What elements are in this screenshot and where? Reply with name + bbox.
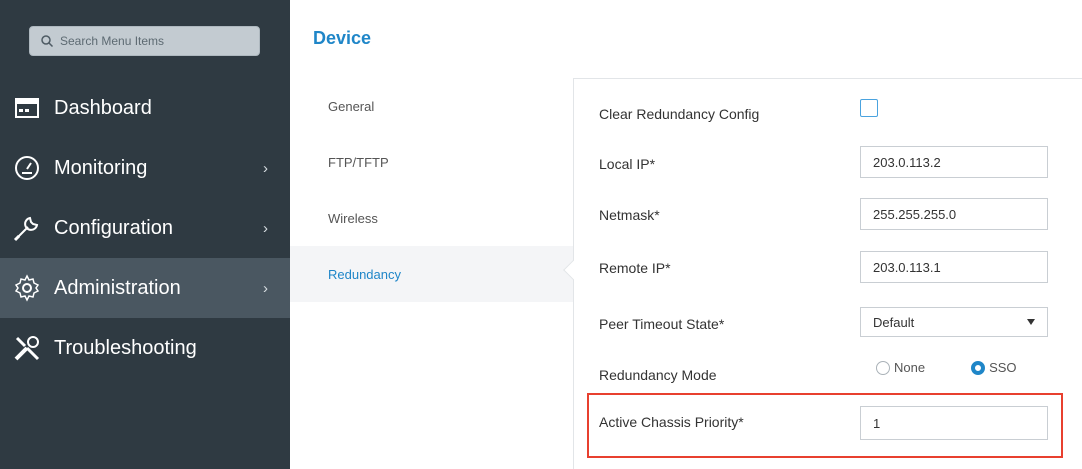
redundancy-mode-radio-group: None SSO [876, 360, 1017, 375]
wrench-icon [12, 213, 42, 243]
main-nav: Dashboard Monitoring › Configuration › A… [0, 78, 290, 378]
chevron-right-icon: › [263, 220, 268, 237]
peer-timeout-value: Default [873, 314, 915, 330]
search-box[interactable] [29, 26, 260, 56]
sidebar-item-monitoring[interactable]: Monitoring › [0, 138, 290, 198]
redundancy-mode-label: Redundancy Mode [599, 367, 717, 383]
sidebar-item-label: Dashboard [54, 96, 152, 119]
local-ip-field[interactable] [860, 146, 1048, 178]
remote-ip-label: Remote IP* [599, 260, 671, 276]
remote-ip-field[interactable] [860, 251, 1048, 283]
caret-down-icon [1027, 319, 1035, 325]
clear-redundancy-checkbox[interactable] [860, 99, 878, 117]
search-input[interactable] [60, 34, 250, 48]
netmask-field[interactable] [860, 198, 1048, 230]
subnav-item-general[interactable]: General [290, 78, 573, 134]
clear-redundancy-label: Clear Redundancy Config [599, 106, 760, 122]
redundancy-mode-none-option[interactable]: None [876, 360, 925, 375]
search-icon [41, 35, 54, 48]
subnav-item-redundancy[interactable]: Redundancy [290, 246, 573, 302]
subnav-item-wireless[interactable]: Wireless [290, 190, 573, 246]
gear-icon [12, 273, 42, 303]
sidebar-item-troubleshooting[interactable]: Troubleshooting [0, 318, 290, 378]
radio-none-label: None [894, 360, 926, 375]
chevron-right-icon: › [263, 160, 268, 177]
sidebar-item-dashboard[interactable]: Dashboard [0, 78, 290, 138]
sidebar-item-label: Configuration [54, 216, 173, 239]
radio-sso[interactable] [971, 360, 986, 375]
device-subnav: General FTP/TFTP Wireless Redundancy [290, 78, 573, 302]
netmask-label: Netmask* [599, 207, 660, 223]
local-ip-label: Local IP* [599, 156, 656, 172]
tools-icon [12, 333, 42, 363]
sidebar-item-configuration[interactable]: Configuration › [0, 198, 290, 258]
sidebar-item-label: Administration [54, 276, 181, 299]
peer-timeout-label: Peer Timeout State* [599, 316, 725, 332]
chevron-right-icon: › [263, 280, 268, 297]
gauge-icon [12, 153, 42, 183]
sidebar-item-administration[interactable]: Administration › [0, 258, 290, 318]
radio-none[interactable] [876, 360, 890, 375]
subnav-item-ftp-tftp[interactable]: FTP/TFTP [290, 134, 573, 190]
radio-sso-label: SSO [989, 360, 1017, 375]
dashboard-icon [12, 93, 42, 123]
redundancy-mode-sso-option[interactable]: SSO [971, 360, 1017, 375]
sidebar: Dashboard Monitoring › Configuration [0, 0, 290, 469]
sidebar-item-label: Troubleshooting [54, 336, 197, 359]
page-title: Device [313, 28, 372, 48]
sidebar-item-label: Monitoring [54, 156, 148, 179]
peer-timeout-select[interactable]: Default [860, 307, 1048, 337]
highlight-annotation-box [587, 393, 1063, 458]
